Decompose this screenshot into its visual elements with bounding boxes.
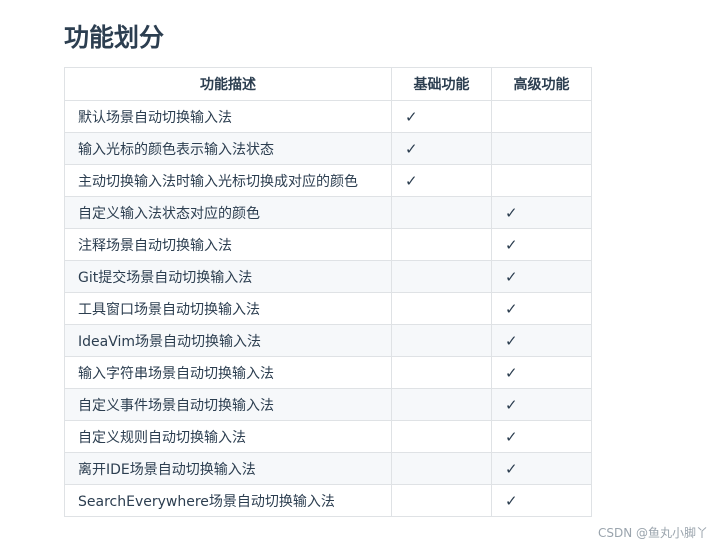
basic-check-cell: ✓	[391, 132, 492, 165]
basic-check-cell	[391, 420, 492, 453]
advanced-check-cell: ✓	[491, 196, 592, 229]
page-title: 功能划分	[64, 23, 165, 52]
advanced-check-cell: ✓	[491, 324, 592, 357]
basic-check-cell	[391, 388, 492, 421]
feature-name-cell: 自定义输入法状态对应的颜色	[64, 196, 392, 229]
feature-name-cell: 离开IDE场景自动切换输入法	[64, 452, 392, 485]
basic-check-cell: ✓	[391, 164, 492, 197]
table-row: 自定义事件场景自动切换输入法 ✓	[64, 388, 592, 421]
advanced-check-cell	[491, 164, 592, 197]
feature-name-cell: 自定义事件场景自动切换输入法	[64, 388, 392, 421]
header-basic-features: 基础功能	[391, 67, 492, 101]
advanced-check-cell: ✓	[491, 452, 592, 485]
basic-check-cell	[391, 196, 492, 229]
table-body: 默认场景自动切换输入法 ✓ 输入光标的颜色表示输入法状态 ✓ 主动切换输入法时输入光标切…	[64, 100, 592, 517]
header-advanced-features: 高级功能	[491, 67, 592, 101]
basic-check-cell	[391, 452, 492, 485]
advanced-check-cell: ✓	[491, 420, 592, 453]
table-row: 工具窗口场景自动切换输入法 ✓	[64, 292, 592, 325]
table-row: 自定义输入法状态对应的颜色 ✓	[64, 196, 592, 229]
basic-check-cell	[391, 484, 492, 517]
advanced-check-cell: ✓	[491, 292, 592, 325]
feature-name-cell: 注释场景自动切换输入法	[64, 228, 392, 261]
table-row: Git提交场景自动切换输入法 ✓	[64, 260, 592, 293]
feature-name-cell: 默认场景自动切换输入法	[64, 100, 392, 133]
table-row: SearchEverywhere场景自动切换输入法 ✓	[64, 484, 592, 517]
table-header-row: 功能描述 基础功能 高级功能	[64, 67, 592, 101]
feature-name-cell: Git提交场景自动切换输入法	[64, 260, 392, 293]
table-row: 离开IDE场景自动切换输入法 ✓	[64, 452, 592, 485]
basic-check-cell: ✓	[391, 100, 492, 133]
table-row: 自定义规则自动切换输入法 ✓	[64, 420, 592, 453]
basic-check-cell	[391, 292, 492, 325]
advanced-check-cell	[491, 100, 592, 133]
feature-name-cell: 工具窗口场景自动切换输入法	[64, 292, 392, 325]
basic-check-cell	[391, 356, 492, 389]
table-row: 默认场景自动切换输入法 ✓	[64, 100, 592, 133]
table-row: 输入字符串场景自动切换输入法 ✓	[64, 356, 592, 389]
basic-check-cell	[391, 324, 492, 357]
table-row: 输入光标的颜色表示输入法状态 ✓	[64, 132, 592, 165]
advanced-check-cell	[491, 132, 592, 165]
csdn-watermark: CSDN @鱼丸小脚丫	[597, 526, 708, 540]
table-row: 注释场景自动切换输入法 ✓	[64, 228, 592, 261]
feature-name-cell: IdeaVim场景自动切换输入法	[64, 324, 392, 357]
table-row: IdeaVim场景自动切换输入法 ✓	[64, 324, 592, 357]
advanced-check-cell: ✓	[491, 484, 592, 517]
basic-check-cell	[391, 260, 492, 293]
feature-name-cell: 输入字符串场景自动切换输入法	[64, 356, 392, 389]
advanced-check-cell: ✓	[491, 388, 592, 421]
header-feature-description: 功能描述	[64, 67, 392, 101]
table-row: 主动切换输入法时输入光标切换成对应的颜色 ✓	[64, 164, 592, 197]
feature-name-cell: SearchEverywhere场景自动切换输入法	[64, 484, 392, 517]
advanced-check-cell: ✓	[491, 260, 592, 293]
feature-name-cell: 自定义规则自动切换输入法	[64, 420, 392, 453]
basic-check-cell	[391, 228, 492, 261]
advanced-check-cell: ✓	[491, 356, 592, 389]
feature-name-cell: 主动切换输入法时输入光标切换成对应的颜色	[64, 164, 392, 197]
advanced-check-cell: ✓	[491, 228, 592, 261]
feature-name-cell: 输入光标的颜色表示输入法状态	[64, 132, 392, 165]
feature-table: 功能描述 基础功能 高级功能 默认场景自动切换输入法 ✓ 输入光标的颜色表示输入法状…	[64, 67, 592, 517]
